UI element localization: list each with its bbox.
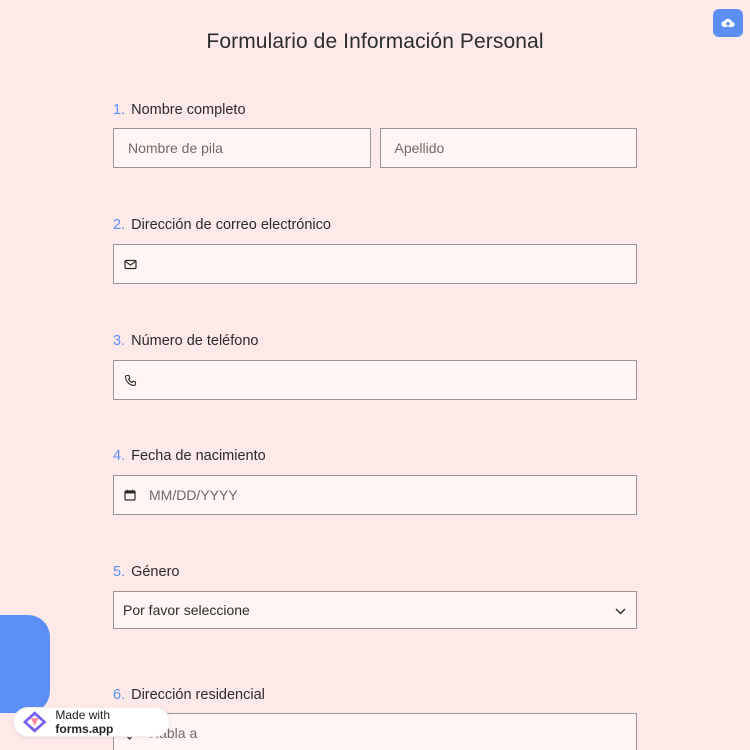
address-field[interactable]: Habla a — [113, 713, 637, 750]
mail-icon — [124, 259, 144, 270]
question-number: 3. — [113, 333, 126, 349]
last-name-input[interactable]: Apellido — [379, 128, 637, 168]
last-name-placeholder: Apellido — [394, 140, 445, 156]
birthdate-placeholder: MM/DD/YYYY — [149, 487, 238, 503]
badge-prefix: Made with — [55, 708, 111, 722]
question-label: Dirección de correo electrónico — [131, 217, 331, 233]
badge-brand: forms.app — [55, 722, 114, 736]
question-label: Fecha de nacimiento — [131, 448, 266, 464]
question-email: 2. Dirección de correo electrónico — [113, 217, 637, 284]
question-phone: 3. Número de teléfono — [113, 333, 637, 400]
question-label: Dirección residencial — [131, 687, 265, 703]
phone-field[interactable] — [113, 360, 637, 400]
first-name-placeholder: Nombre de pila — [128, 140, 223, 156]
question-birthdate: 4. Fecha de nacimiento MM/DD/YYYY — [113, 448, 637, 515]
question-address: 6. Dirección residencial Habla a — [113, 687, 637, 750]
question-number: 4. — [113, 448, 126, 464]
chevron-down-icon — [615, 602, 626, 618]
decorative-shape — [0, 615, 50, 713]
question-number: 6. — [113, 687, 126, 703]
question-number: 5. — [113, 564, 126, 580]
first-name-input[interactable]: Nombre de pila — [113, 128, 371, 168]
question-number: 1. — [113, 102, 126, 118]
birthdate-field[interactable]: MM/DD/YYYY — [113, 475, 637, 515]
gender-select[interactable]: Por favor seleccione — [113, 591, 637, 629]
question-label: Género — [131, 564, 180, 580]
question-label: Número de teléfono — [131, 333, 259, 349]
forms-app-badge[interactable]: Made with forms.app — [13, 707, 170, 737]
calendar-icon — [124, 489, 149, 501]
question-full-name: 1. Nombre completo Nombre de pila Apelli… — [113, 102, 637, 168]
question-label: Nombre completo — [131, 102, 246, 118]
page-title: Formulario de Información Personal — [206, 30, 544, 53]
question-gender: 5. Género Por favor seleccione — [113, 564, 637, 629]
question-number: 2. — [113, 217, 126, 233]
cloud-upload-icon — [721, 18, 735, 27]
phone-icon — [124, 374, 144, 387]
email-field[interactable] — [113, 244, 637, 284]
forms-app-logo-icon — [22, 711, 47, 733]
gender-selected-value: Por favor seleccione — [123, 602, 250, 618]
